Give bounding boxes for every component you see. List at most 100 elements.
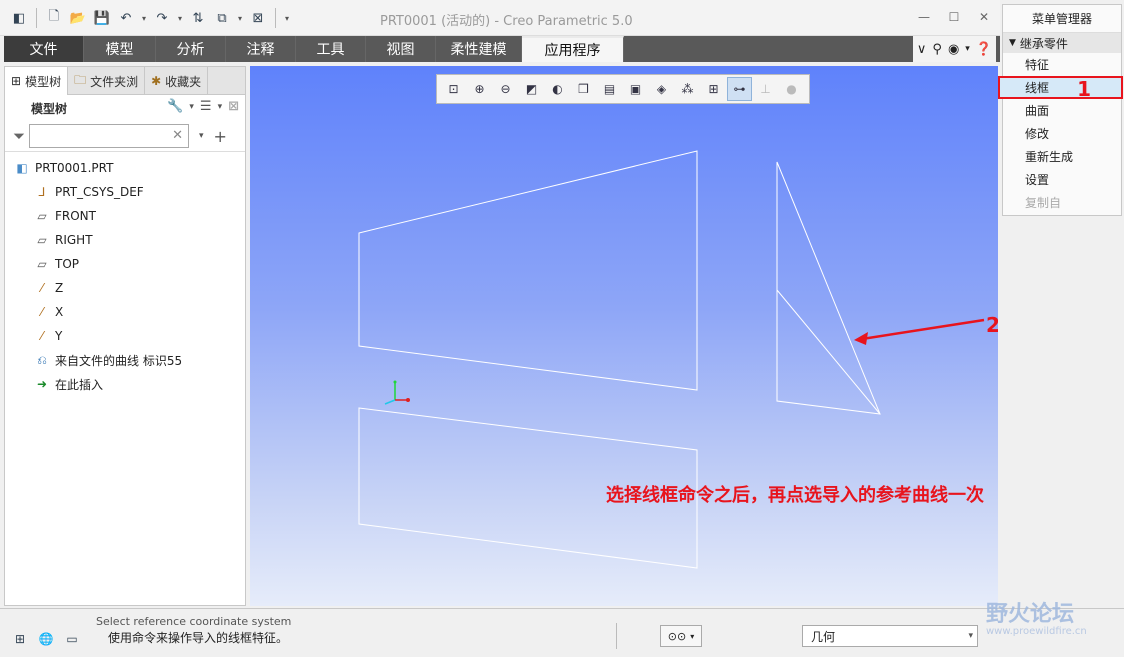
callout-arrow-2 — [854, 318, 985, 345]
status-separator — [616, 623, 617, 649]
datum-plane-icon: ▱ — [37, 233, 47, 247]
clear-search-icon[interactable]: ✕ — [172, 128, 183, 143]
tab-model[interactable]: 模型 — [84, 36, 156, 62]
datum-plane-icon: ▱ — [37, 257, 47, 271]
redo-icon[interactable]: ↷ — [151, 7, 173, 29]
watermark-url: www.proewildfire.cn — [986, 626, 1087, 637]
watermark-logo: 野火论坛 — [986, 602, 1075, 627]
tree-node-insert-here[interactable]: ➜ 在此插入 — [5, 372, 245, 396]
datum-axis-icon: ⁄ — [40, 281, 43, 295]
title-bar: ◧ 🗋 📂 💾 ↶ ▾ ↷ ▾ ⇅ ⧉ ▾ ⊠ ▾ PRT0001 (活动的) … — [0, 0, 1000, 36]
close-icon[interactable]: ✕ — [974, 6, 994, 28]
tree-settings-dropdown-icon[interactable]: ▾ — [189, 102, 194, 112]
instruction-annotation: 选择线框命令之后，再点选导入的参考曲线一次 — [606, 485, 984, 506]
model-tree-tools: 🔧 ▾ ☰ ▾ ⊠ — [167, 99, 239, 114]
tab-label: 文件夹浏 — [90, 74, 139, 89]
windows-icon[interactable]: ⧉ — [211, 7, 233, 29]
graphics-viewport[interactable]: ⊡ ⊕ ⊖ ◩ ◐ ❒ ▤ ▣ ◈ ⁂ ⊞ ⊶ ⊥ ● 2 选择线框命令之后，再… — [250, 66, 998, 606]
open-folder-icon[interactable]: 📂 — [67, 7, 89, 29]
menu-item-regenerate[interactable]: 重新生成 — [1003, 145, 1121, 168]
tab-annotate[interactable]: 注释 — [226, 36, 296, 62]
toggle-navigator-icon[interactable]: ⊞ — [10, 629, 30, 649]
community-dropdown-icon[interactable]: ▾ — [965, 44, 970, 54]
imported-curve-icon: ⎌ — [37, 352, 47, 367]
collapse-ribbon-icon[interactable]: ∨ — [917, 42, 927, 57]
find-button[interactable]: ⊙⊙ ▾ — [660, 625, 702, 647]
model-tree-icon: ⊞ — [11, 74, 22, 88]
toolbar-separator — [275, 8, 276, 28]
tree-columns-icon[interactable]: ☰ — [200, 99, 212, 114]
tree-node-top[interactable]: ▱ TOP — [5, 252, 245, 276]
app-cube-icon[interactable]: ◧ — [8, 7, 30, 29]
new-file-icon[interactable]: 🗋 — [43, 7, 65, 29]
maximize-icon[interactable]: ☐ — [944, 6, 964, 28]
save-icon[interactable]: 💾 — [91, 7, 113, 29]
regenerate-icon[interactable]: ⇅ — [187, 7, 209, 29]
insert-here-icon: ➜ — [36, 377, 48, 391]
current-message: 使用命令来操作导入的线框特征。 — [108, 631, 289, 645]
windows-dropdown-icon[interactable]: ▾ — [235, 14, 245, 23]
tree-node-front[interactable]: ▱ FRONT — [5, 204, 245, 228]
tree-node-axis-y[interactable]: ⁄ Y — [5, 324, 245, 348]
search-dropdown-icon[interactable]: ▾ — [199, 131, 204, 141]
tree-node-axis-z[interactable]: ⁄ Z — [5, 276, 245, 300]
tree-node-label: PRT_CSYS_DEF — [55, 185, 144, 199]
menu-manager-title: 菜单管理器 — [1003, 5, 1121, 33]
full-screen-icon[interactable]: ▭ — [62, 629, 82, 649]
minimize-icon[interactable]: — — [914, 6, 934, 28]
datum-axis-icon: ⁄ — [40, 329, 43, 343]
selection-filter-select[interactable]: 几何 ▾ — [802, 625, 978, 647]
folder-icon: 🗀 — [74, 72, 87, 87]
tab-folder-browser[interactable]: 🗀 文件夹浏 — [68, 67, 146, 95]
toggle-browser-icon[interactable]: 🌐 — [36, 629, 56, 649]
tree-node-right[interactable]: ▱ RIGHT — [5, 228, 245, 252]
tree-node-csys[interactable]: ⅃ PRT_CSYS_DEF — [5, 180, 245, 204]
datum-axis-icon: ⁄ — [40, 305, 43, 319]
menu-item-wireframe[interactable]: 线框 1 — [998, 76, 1123, 101]
tree-node-imported-curve[interactable]: ⎌ 来自文件的曲线 标识55 — [5, 348, 245, 372]
tab-flexible-modeling[interactable]: 柔性建模 — [436, 36, 522, 62]
quick-access-toolbar: ◧ 🗋 📂 💾 ↶ ▾ ↷ ▾ ⇅ ⧉ ▾ ⊠ ▾ — [8, 6, 292, 30]
tab-applications[interactable]: 应用程序 — [522, 36, 624, 62]
collapse-triangle-icon: ▼ — [1009, 38, 1016, 48]
tab-model-tree[interactable]: ⊞ 模型树 — [5, 67, 69, 95]
tab-view[interactable]: 视图 — [366, 36, 436, 62]
tab-label: 收藏夹 — [165, 74, 202, 89]
wireframe-geometry[interactable] — [250, 66, 998, 606]
tree-columns-dropdown-icon[interactable]: ▾ — [218, 102, 223, 112]
menu-section-inherited-part[interactable]: ▼ 继承零件 — [1003, 33, 1121, 53]
tree-node-part[interactable]: ◧ PRT0001.PRT — [5, 156, 245, 180]
status-bar: ⊞ 🌐 ▭ Select reference coordinate system… — [0, 608, 1124, 657]
community-icon[interactable]: ◉ — [948, 42, 959, 57]
tree-filter-visibility-icon[interactable]: ⊠ — [228, 99, 239, 114]
previous-message: Select reference coordinate system — [96, 615, 292, 628]
model-tree-header: 模型树 🔧 ▾ ☰ ▾ ⊠ — [5, 95, 245, 121]
tab-file[interactable]: 文件 — [4, 36, 84, 62]
customize-toolbar-icon[interactable]: ▾ — [282, 14, 292, 23]
menu-item-surface[interactable]: 曲面 — [1003, 99, 1121, 122]
binoculars-icon: ⊙⊙ — [667, 629, 687, 643]
help-icon[interactable]: ❓ — [976, 42, 992, 57]
wireframe-triangle-inner-edge — [776, 289, 881, 415]
navigator-panel: ⊞ 模型树 🗀 文件夹浏 ✱ 收藏夹 模型树 🔧 ▾ ☰ ▾ ⊠ ⏷ ✕ ▾ +… — [4, 66, 246, 606]
search-icon[interactable]: ⚲ — [932, 42, 942, 57]
tree-search-input[interactable]: ✕ — [29, 124, 190, 148]
menu-item-settings[interactable]: 设置 — [1003, 168, 1121, 191]
tree-node-label: Z — [55, 281, 64, 295]
tree-node-axis-x[interactable]: ⁄ X — [5, 300, 245, 324]
filter-funnel-icon[interactable]: ⏷ — [13, 127, 25, 145]
redo-dropdown-icon[interactable]: ▾ — [175, 14, 185, 23]
menu-item-modify[interactable]: 修改 — [1003, 122, 1121, 145]
menu-item-feature[interactable]: 特征 — [1003, 53, 1121, 76]
tab-analysis[interactable]: 分析 — [156, 36, 226, 62]
close-window-icon[interactable]: ⊠ — [247, 7, 269, 29]
undo-dropdown-icon[interactable]: ▾ — [139, 14, 149, 23]
tab-tools[interactable]: 工具 — [296, 36, 366, 62]
model-tree: ◧ PRT0001.PRT ⅃ PRT_CSYS_DEF ▱ FRONT ▱ R… — [5, 151, 245, 396]
undo-icon[interactable]: ↶ — [115, 7, 137, 29]
part-icon: ◧ — [16, 161, 28, 175]
tree-settings-icon[interactable]: 🔧 — [167, 99, 183, 114]
tab-favorites[interactable]: ✱ 收藏夹 — [145, 67, 209, 95]
add-filter-icon[interactable]: + — [214, 127, 227, 146]
selection-filter-value: 几何 — [811, 629, 836, 644]
